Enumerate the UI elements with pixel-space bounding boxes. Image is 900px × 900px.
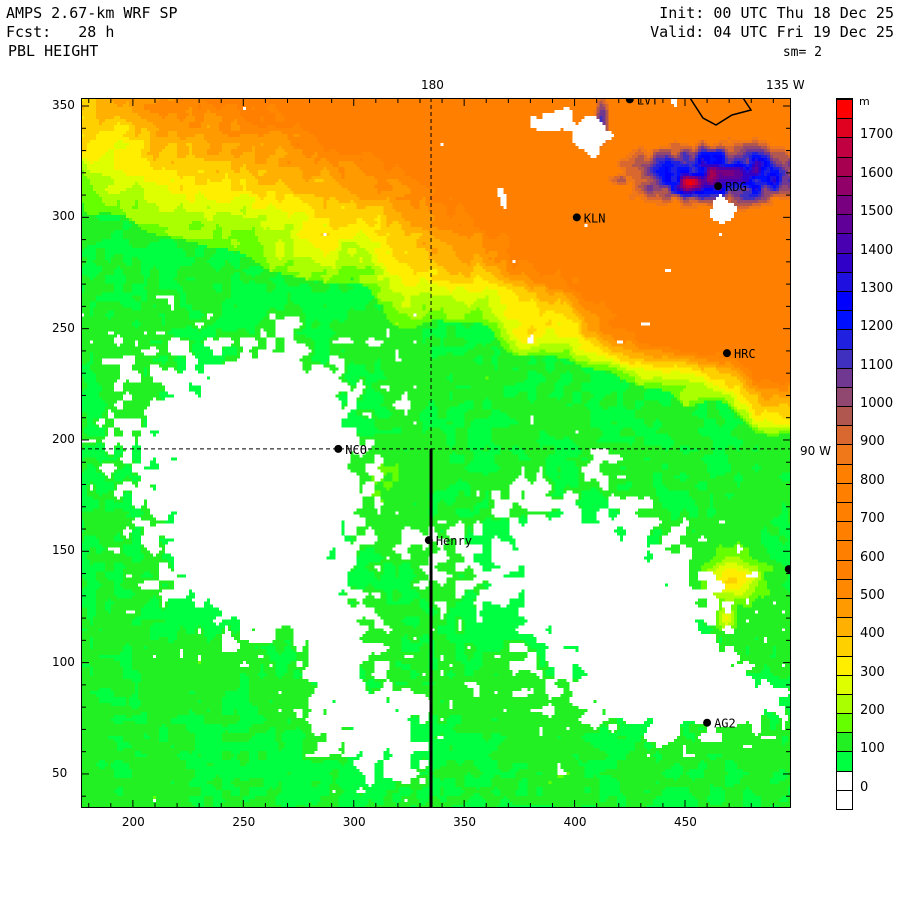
colorbar-bin xyxy=(837,751,852,771)
colorbar-bin xyxy=(837,444,852,464)
colorbar-label: 0 xyxy=(860,779,869,795)
map-plot-area: LVT RDG KLN HRC NCO Henry AG2 xyxy=(81,98,791,808)
colorbar-bin xyxy=(837,655,852,675)
colorbar-unit: m xyxy=(859,95,870,108)
x-tick-label: 450 xyxy=(673,815,697,829)
colorbar-bin xyxy=(837,425,852,445)
y-tick-label: 50 xyxy=(52,765,68,780)
colorbar-bin xyxy=(837,156,852,176)
colorbar-bin xyxy=(837,463,852,483)
valid-time: Valid: 04 UTC Fri 19 Dec 25 xyxy=(650,23,894,41)
colorbar-label: 1400 xyxy=(860,242,894,258)
colorbar-bin xyxy=(837,559,852,579)
smoothing-label: sm= 2 xyxy=(782,45,822,60)
station-marker xyxy=(703,718,712,727)
colorbar-bin xyxy=(837,233,852,253)
field-name: PBL HEIGHT xyxy=(8,42,99,60)
colorbar-label: 300 xyxy=(860,664,885,680)
colorbar-label: 1100 xyxy=(860,357,894,373)
y-tick-label: 250 xyxy=(52,320,75,335)
station-label: RDG xyxy=(725,180,747,194)
colorbar-bin xyxy=(837,214,852,234)
colorbar-bin xyxy=(837,482,852,502)
colorbar-bin xyxy=(837,693,852,714)
colorbar-bin xyxy=(837,674,852,694)
y-tick-label: 350 xyxy=(52,98,75,112)
colorbar-bin xyxy=(837,578,852,598)
station-marker xyxy=(714,182,723,191)
lon-label-90w: 90 W xyxy=(800,444,831,458)
colorbar-label: 200 xyxy=(860,703,885,719)
colorbar-bin xyxy=(837,329,852,349)
colorbar-label: 100 xyxy=(860,741,885,757)
colorbar-label: 700 xyxy=(860,511,885,527)
colorbar-label: 1000 xyxy=(860,396,894,412)
colorbar-label: 1700 xyxy=(860,127,894,143)
station-marker xyxy=(424,536,433,545)
lon-label-180: 180 xyxy=(421,78,444,92)
colorbar-bin xyxy=(837,252,852,272)
x-tick-label: 200 xyxy=(121,815,145,829)
colorbar-bin xyxy=(837,636,852,656)
colorbar-bin xyxy=(837,175,852,195)
station-label: HRC xyxy=(734,347,756,361)
model-title: AMPS 2.67-km WRF SP xyxy=(6,4,178,22)
colorbar-bin xyxy=(837,99,852,119)
map-overlay: LVT RDG KLN HRC NCO Henry AG2 xyxy=(81,98,791,808)
colorbar-bin xyxy=(837,386,852,407)
y-tick-label: 100 xyxy=(52,654,75,669)
station-label: LVT xyxy=(637,98,659,107)
lon-label-135w: 135 W xyxy=(766,78,805,92)
y-tick-label: 300 xyxy=(52,209,75,224)
station-label: NCO xyxy=(345,443,367,457)
colorbar-bin xyxy=(837,521,852,541)
colorbar-label: 600 xyxy=(860,549,885,565)
colorbar-bin xyxy=(837,271,852,291)
coastline xyxy=(689,98,753,126)
station-label: Henry xyxy=(436,534,472,548)
colorbar-bin xyxy=(837,540,852,560)
x-tick-label: 400 xyxy=(563,815,587,829)
colorbar-bin xyxy=(837,770,852,790)
colorbar-label: 1500 xyxy=(860,204,894,220)
station-label: KLN xyxy=(584,211,606,225)
colorbar-bin xyxy=(837,713,852,733)
x-tick-label: 250 xyxy=(232,815,256,829)
station-marker xyxy=(722,349,731,358)
station-label: AG2 xyxy=(714,717,736,731)
colorbar-label: 500 xyxy=(860,587,885,603)
colorbar xyxy=(836,98,853,810)
x-tick-label: 300 xyxy=(342,815,366,829)
station-marker xyxy=(784,565,791,574)
colorbar-label: 1300 xyxy=(860,280,894,296)
forecast-hour: Fcst: 28 h xyxy=(6,23,115,41)
x-tick-label: 350 xyxy=(453,815,477,829)
station-marker xyxy=(572,213,581,222)
init-time: Init: 00 UTC Thu 18 Dec 25 xyxy=(659,4,894,22)
colorbar-bin xyxy=(837,406,852,426)
colorbar-bin xyxy=(837,290,852,311)
colorbar-label: 800 xyxy=(860,472,885,488)
colorbar-bin xyxy=(837,367,852,387)
colorbar-bin xyxy=(837,617,852,637)
plot-frame xyxy=(81,98,791,808)
colorbar-bin xyxy=(837,732,852,752)
colorbar-bin xyxy=(837,789,852,809)
y-tick-label: 200 xyxy=(52,431,75,446)
colorbar-label: 1200 xyxy=(860,319,894,335)
colorbar-label: 400 xyxy=(860,626,885,642)
colorbar-label: 1600 xyxy=(860,165,894,181)
colorbar-bin xyxy=(837,195,852,215)
station-marker xyxy=(625,98,634,104)
colorbar-bin xyxy=(837,502,852,522)
pbl-height-map-figure: AMPS 2.67-km WRF SP Fcst: 28 h PBL HEIGH… xyxy=(0,0,900,900)
colorbar-bin xyxy=(837,118,852,138)
colorbar-bin xyxy=(837,310,852,330)
colorbar-label: 900 xyxy=(860,434,885,450)
colorbar-bin xyxy=(837,137,852,157)
colorbar-bin xyxy=(837,348,852,368)
station-marker xyxy=(334,444,343,453)
y-tick-label: 150 xyxy=(52,543,75,558)
colorbar-bin xyxy=(837,597,852,618)
